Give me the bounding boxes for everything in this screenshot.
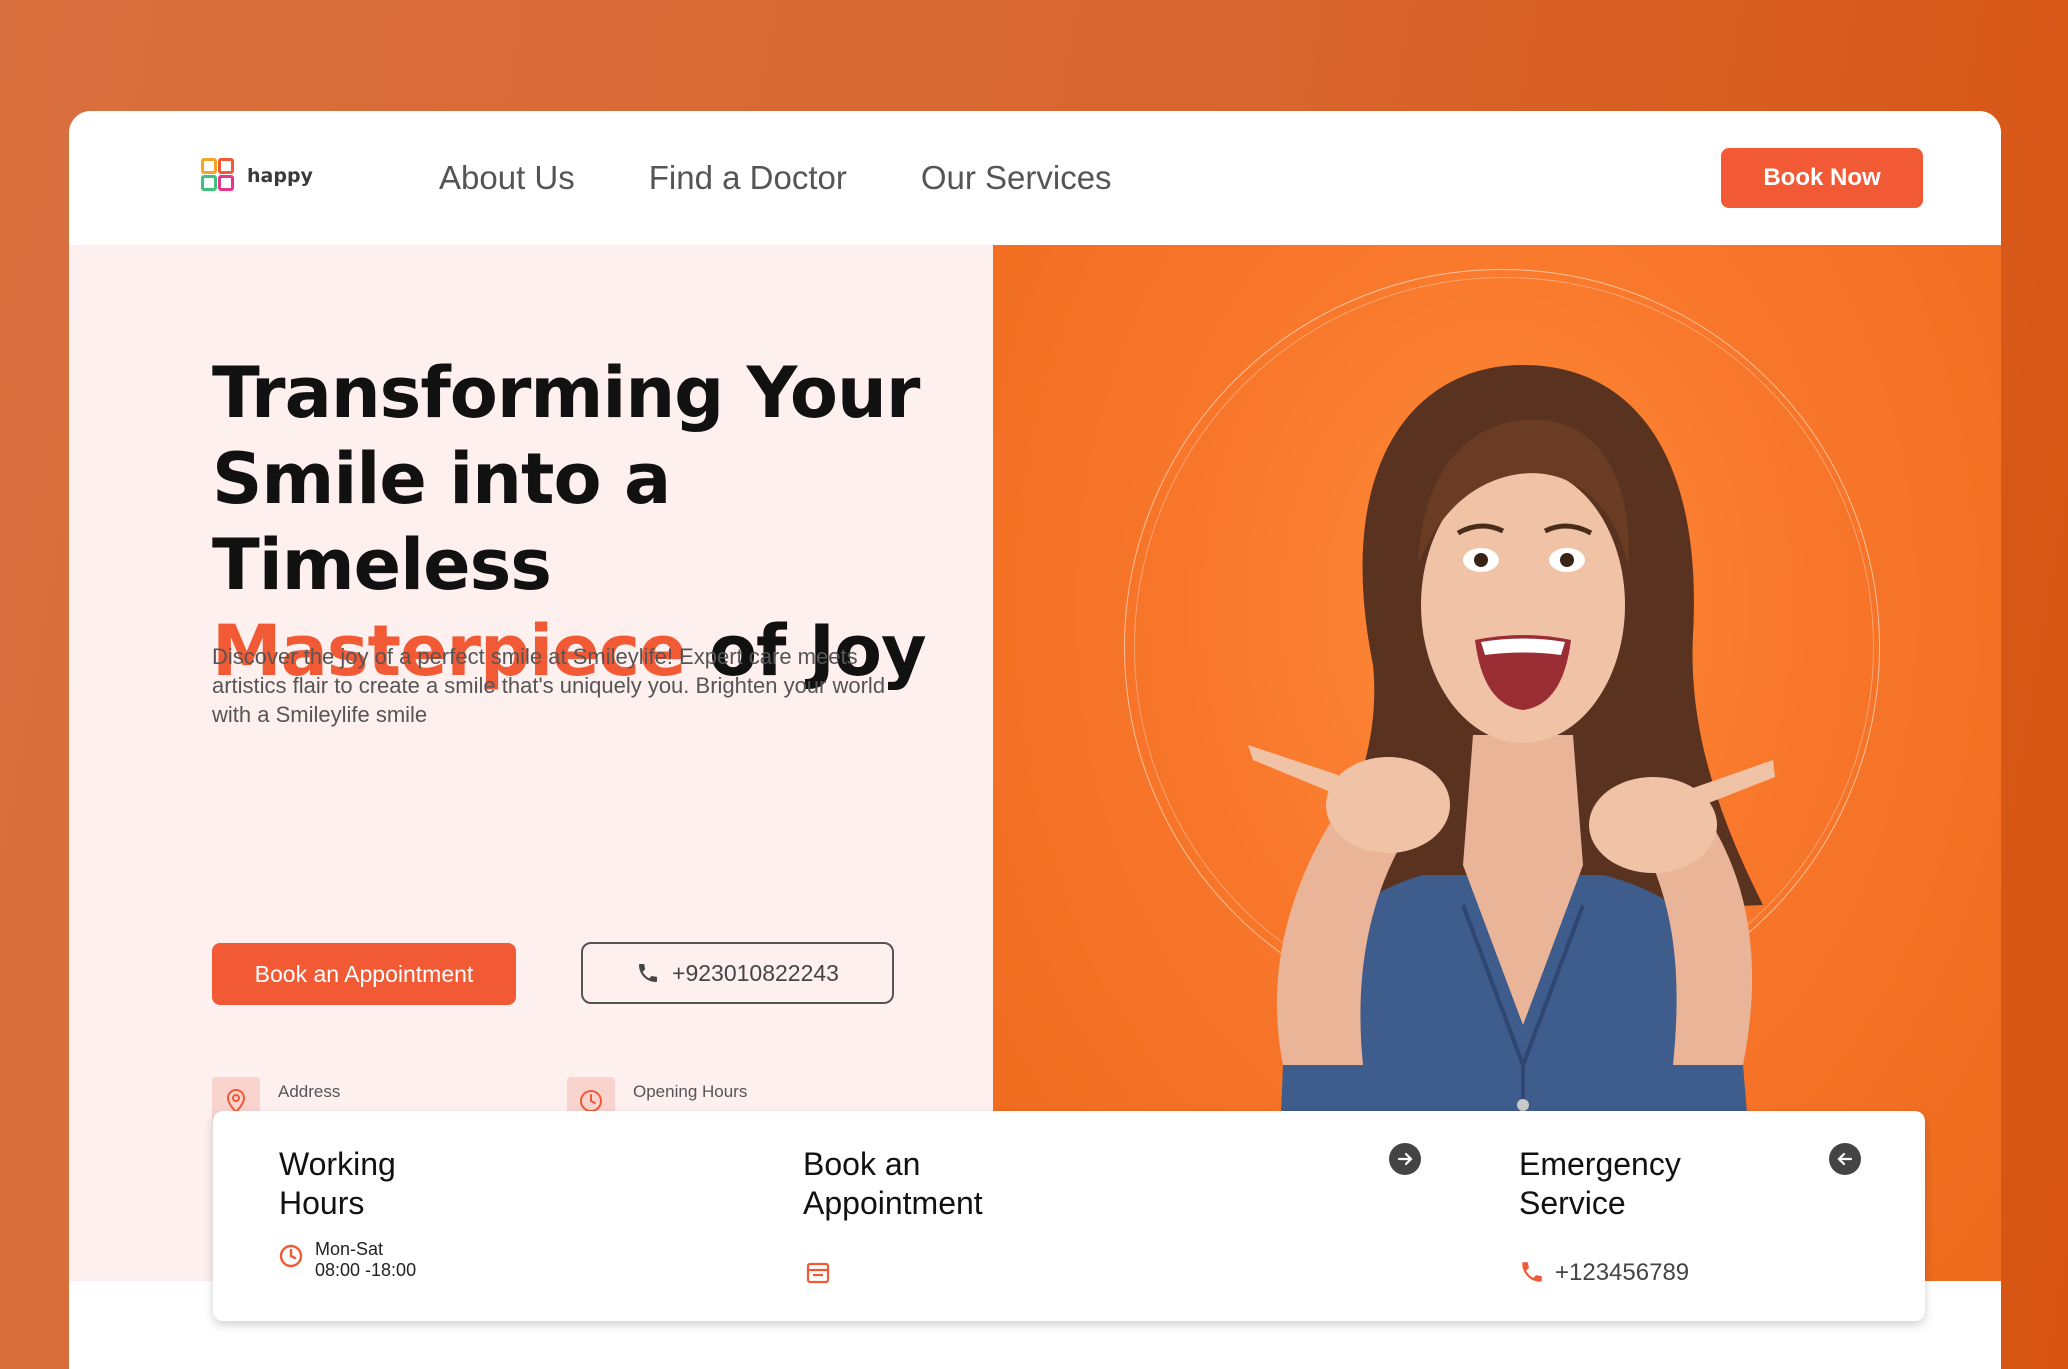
info-card: Working Hours Mon-Sat 08:00 -18:00 Book …	[213, 1111, 1925, 1321]
calendar-icon[interactable]	[805, 1259, 831, 1285]
working-hours-value: Mon-Sat 08:00 -18:00	[315, 1239, 416, 1281]
arrow-right-icon[interactable]	[1389, 1143, 1421, 1175]
phone-number: +923010822243	[672, 959, 839, 986]
working-hours-title-line-2: Hours	[279, 1185, 365, 1221]
working-time: 08:00 -18:00	[315, 1260, 417, 1280]
phone-icon	[1522, 1262, 1542, 1282]
book-appointment-button[interactable]: Book an Appointment	[212, 943, 516, 1005]
clock-icon	[279, 1244, 303, 1268]
emergency-phone[interactable]: +123456789	[1555, 1259, 1689, 1287]
address-label: Address	[278, 1082, 341, 1101]
emergency-title-line-2: Service	[1519, 1185, 1626, 1221]
book-appointment-title-line-1: Book an	[803, 1146, 921, 1182]
phone-button[interactable]: +923010822243	[581, 942, 894, 1004]
book-appointment-title[interactable]: Book an Appointment	[803, 1145, 983, 1223]
phone-icon	[639, 964, 658, 982]
nav-our-services[interactable]: Our Services	[921, 159, 1112, 197]
book-appointment-title-line-2: Appointment	[803, 1185, 983, 1221]
page-frame: happy About Us Find a Doctor Our Service…	[69, 111, 2001, 1369]
nav-links: About Us Find a Doctor Our Services	[439, 159, 1112, 197]
logo-icon	[199, 156, 239, 196]
headline-line-2: Smile into a Timeless	[212, 438, 671, 606]
working-hours-title: Working Hours	[279, 1145, 396, 1223]
working-hours-title-line-1: Working	[279, 1146, 396, 1182]
emergency-title-line-1: Emergency	[1519, 1146, 1681, 1182]
nav-about-us[interactable]: About Us	[439, 159, 575, 197]
nav-find-a-doctor[interactable]: Find a Doctor	[649, 159, 847, 197]
arrow-left-icon[interactable]	[1829, 1143, 1861, 1175]
logo-text: happy	[247, 165, 313, 187]
book-now-button[interactable]: Book Now	[1721, 148, 1923, 208]
emergency-service-title: Emergency Service	[1519, 1145, 1681, 1223]
logo[interactable]: happy	[199, 156, 313, 196]
opening-hours-label: Opening Hours	[633, 1082, 748, 1101]
headline-line-1: Transforming Your	[212, 352, 920, 434]
top-nav: happy About Us Find a Doctor Our Service…	[69, 111, 2001, 245]
working-days: Mon-Sat	[315, 1239, 384, 1259]
hero-subtext: Discover the joy of a perfect smile at S…	[212, 644, 886, 727]
